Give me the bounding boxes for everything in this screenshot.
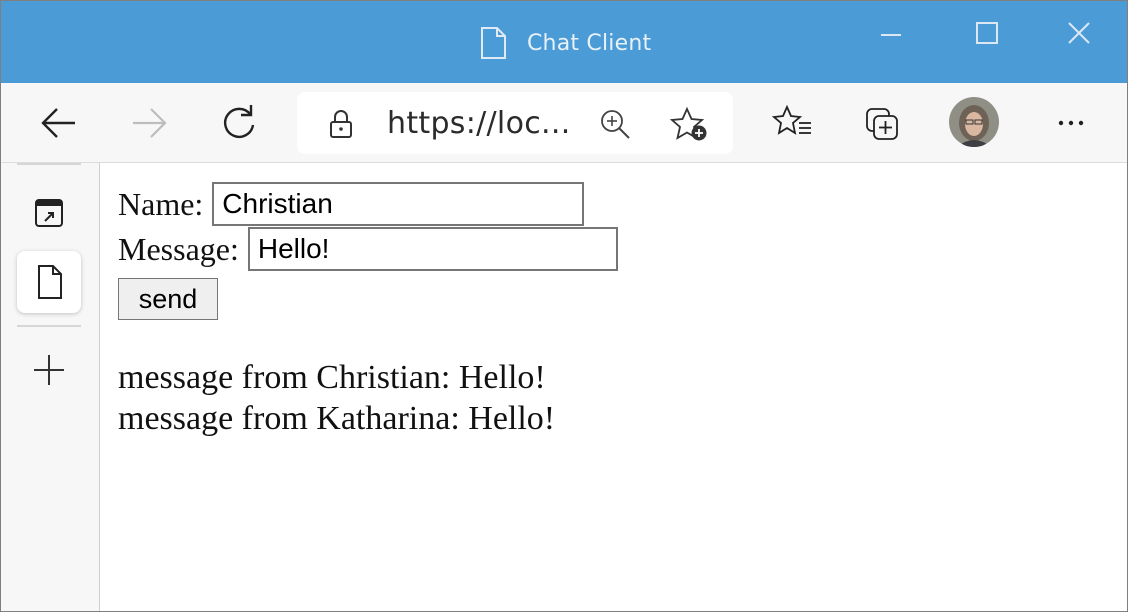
collections-icon	[866, 108, 898, 140]
close-button[interactable]	[1051, 15, 1107, 55]
new-tab-plus-icon	[34, 355, 64, 385]
back-arrow-icon	[41, 108, 75, 138]
name-label: Name:	[118, 185, 204, 222]
message-list: message from Christian: Hello! message f…	[118, 357, 555, 439]
message-row: Message:	[118, 227, 618, 271]
minimize-icon	[881, 34, 901, 36]
favorites-icon	[771, 104, 811, 135]
new-tab-button[interactable]	[17, 339, 81, 401]
close-icon	[1068, 22, 1090, 44]
send-button[interactable]: send	[118, 278, 218, 320]
minimize-button[interactable]	[863, 15, 919, 55]
address-bar[interactable]: https://loc...	[297, 92, 733, 154]
message-item: message from Christian: Hello!	[118, 359, 546, 396]
tab-actions-icon	[35, 199, 63, 227]
browser-toolbar: https://loc...	[1, 83, 1127, 163]
sidebar-divider	[17, 163, 81, 165]
browser-window: Chat Client https://loc... Name: Christi…	[0, 0, 1128, 612]
add-favorite-icon[interactable]	[669, 106, 711, 144]
refresh-icon	[223, 105, 255, 138]
window-title-group: Chat Client	[479, 25, 651, 61]
profile-avatar[interactable]	[949, 97, 999, 147]
back-button[interactable]	[37, 101, 81, 145]
message-item: message from Katharina: Hello!	[118, 400, 556, 437]
name-row: Name:	[118, 182, 585, 226]
message-label: Message:	[118, 230, 239, 267]
sidebar-tab-chat-client[interactable]	[17, 251, 81, 313]
document-icon	[479, 26, 507, 60]
window-title: Chat Client	[527, 30, 652, 56]
tab-actions-button[interactable]	[17, 183, 81, 245]
page-content: Name: Message: send message from Christi…	[100, 163, 1127, 611]
maximize-icon	[976, 22, 998, 44]
sidebar-divider	[17, 325, 81, 327]
refresh-button[interactable]	[217, 101, 261, 145]
address-url[interactable]: https://loc...	[387, 106, 571, 141]
more-button[interactable]	[1049, 101, 1093, 145]
message-input[interactable]	[247, 227, 618, 271]
forward-button[interactable]	[127, 101, 171, 145]
name-input[interactable]	[212, 182, 585, 226]
collections-button[interactable]	[861, 101, 905, 145]
maximize-button[interactable]	[959, 15, 1015, 55]
forward-arrow-icon	[133, 108, 167, 138]
document-tab-icon	[38, 265, 62, 299]
zoom-in-icon[interactable]	[597, 106, 633, 142]
title-bar: Chat Client	[1, 1, 1127, 83]
more-icon	[1058, 120, 1084, 126]
lock-icon[interactable]	[327, 109, 355, 139]
vertical-tabs-sidebar	[1, 163, 100, 611]
favorites-button[interactable]	[771, 101, 815, 145]
